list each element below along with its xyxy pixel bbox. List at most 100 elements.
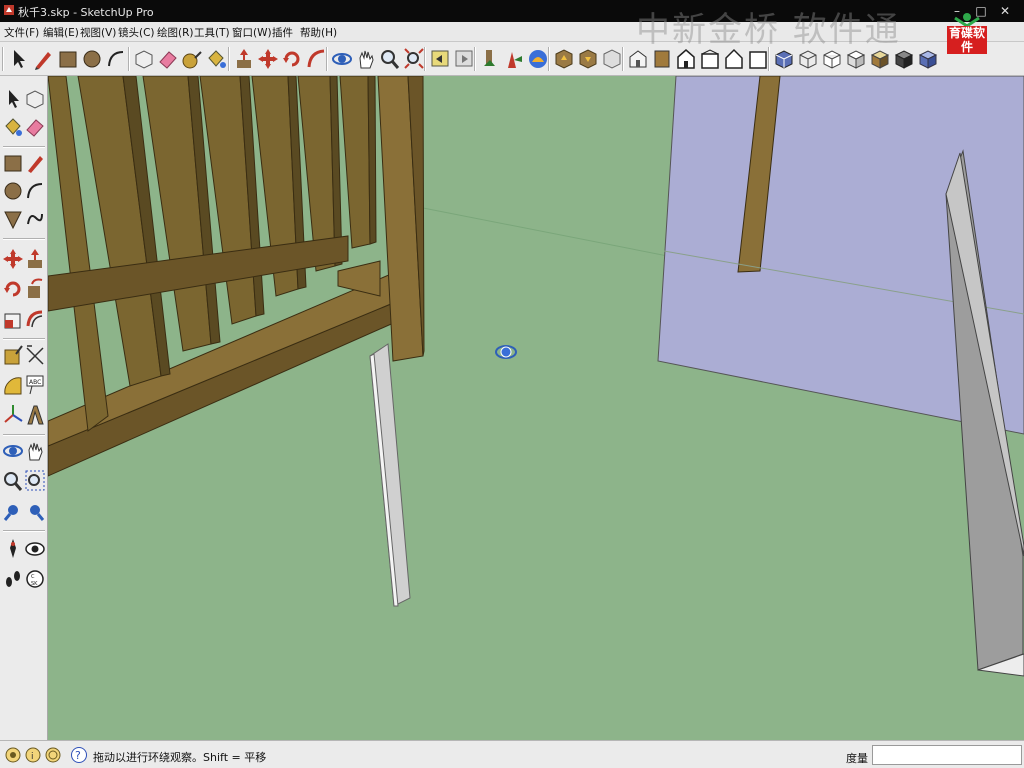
logo-text: 育碟软件 bbox=[947, 26, 987, 54]
arc-icon[interactable] bbox=[104, 46, 128, 72]
menu-camera[interactable]: 镜头(C) bbox=[118, 25, 155, 40]
tape-measure-icon[interactable] bbox=[180, 46, 204, 72]
close-button[interactable]: ✕ bbox=[996, 3, 1014, 19]
position-camera-icon[interactable] bbox=[2, 536, 24, 562]
walk-icon[interactable] bbox=[2, 566, 24, 592]
previous-icon[interactable] bbox=[24, 498, 46, 524]
follow-me-icon[interactable] bbox=[24, 276, 46, 302]
axes-icon[interactable] bbox=[2, 402, 24, 428]
freehand-icon[interactable] bbox=[24, 206, 46, 232]
circle-icon[interactable] bbox=[2, 178, 24, 204]
menu-edit[interactable]: 编辑(E) bbox=[43, 25, 79, 40]
palette-separator bbox=[3, 146, 45, 148]
brand-logo: 育碟软件 bbox=[945, 12, 989, 58]
orbit-icon[interactable] bbox=[2, 438, 24, 464]
toolbar-separator bbox=[424, 47, 426, 71]
zoom-extents-icon[interactable] bbox=[402, 46, 426, 72]
menu-plugins[interactable]: 插件 bbox=[272, 25, 293, 40]
status-hint: 拖动以进行环绕观察。Shift = 平移 bbox=[93, 751, 267, 764]
tape-measure-icon[interactable] bbox=[2, 342, 24, 368]
credits-icon[interactable]: i bbox=[24, 746, 42, 764]
select-icon[interactable] bbox=[6, 46, 30, 72]
share-component-icon[interactable] bbox=[600, 46, 624, 72]
polygon-icon[interactable] bbox=[2, 206, 24, 232]
get-models-icon[interactable] bbox=[552, 46, 576, 72]
zoom-window-icon[interactable] bbox=[24, 468, 46, 494]
white-board-small bbox=[369, 343, 411, 607]
toolbar-separator bbox=[622, 47, 624, 71]
position-camera-icon[interactable] bbox=[478, 46, 502, 72]
measurements-input[interactable] bbox=[872, 745, 1022, 765]
push-pull-icon[interactable] bbox=[232, 46, 256, 72]
paint-bucket-icon[interactable] bbox=[204, 46, 228, 72]
user-account-icon[interactable] bbox=[44, 746, 62, 764]
make-component-icon[interactable] bbox=[24, 86, 46, 112]
walk-icon[interactable] bbox=[502, 46, 526, 72]
palette-separator bbox=[3, 530, 45, 532]
help-icon[interactable]: ? bbox=[70, 746, 88, 764]
circle-icon[interactable] bbox=[80, 46, 104, 72]
orbit-icon[interactable] bbox=[330, 46, 354, 72]
palette-separator bbox=[3, 338, 45, 340]
toolbar-separator bbox=[128, 47, 130, 71]
text-icon[interactable]: ABC bbox=[24, 372, 46, 398]
svg-text:i: i bbox=[31, 752, 34, 762]
previous-view-icon[interactable] bbox=[428, 46, 452, 72]
push-pull-icon[interactable] bbox=[24, 246, 46, 272]
3d-text-icon[interactable] bbox=[24, 402, 46, 428]
color-by-layer-icon[interactable] bbox=[916, 46, 940, 72]
zoom-icon[interactable] bbox=[378, 46, 402, 72]
palette-separator bbox=[3, 238, 45, 240]
status-bar: i ? 拖动以进行环绕观察。Shift = 平移 度量 bbox=[0, 740, 1024, 768]
menu-view[interactable]: 视图(V) bbox=[80, 25, 116, 40]
offset-icon[interactable] bbox=[24, 306, 46, 332]
menu-tools[interactable]: 工具(T) bbox=[194, 25, 230, 40]
svg-text:C: C bbox=[31, 574, 35, 580]
toolbar-grip bbox=[2, 47, 4, 71]
look-around-icon[interactable] bbox=[526, 46, 550, 72]
toolbar-separator bbox=[326, 47, 328, 71]
section-plane-icon[interactable]: C SK bbox=[24, 566, 46, 592]
pan-icon[interactable] bbox=[24, 438, 46, 464]
menu-draw[interactable]: 绘图(R) bbox=[157, 25, 194, 40]
fence-slat bbox=[339, 76, 371, 249]
toolbar-separator bbox=[474, 47, 476, 71]
rectangle-icon[interactable] bbox=[56, 46, 80, 72]
dimension-icon[interactable] bbox=[24, 342, 46, 368]
eraser-icon[interactable] bbox=[156, 46, 180, 72]
rotate-icon[interactable] bbox=[2, 276, 24, 302]
pencil-icon[interactable] bbox=[31, 46, 55, 72]
arc-icon[interactable] bbox=[24, 178, 46, 204]
select-icon[interactable] bbox=[2, 86, 24, 112]
move-icon[interactable] bbox=[2, 246, 24, 272]
menu-window[interactable]: 窗口(W) bbox=[232, 25, 272, 40]
zoom-extents-icon[interactable] bbox=[2, 498, 24, 524]
next-view-icon[interactable] bbox=[452, 46, 476, 72]
fence-model bbox=[48, 76, 425, 477]
menu-file[interactable]: 文件(F) bbox=[4, 25, 39, 40]
zoom-icon[interactable] bbox=[2, 468, 24, 494]
scale-icon[interactable] bbox=[2, 306, 24, 332]
paint-bucket-icon[interactable] bbox=[2, 114, 24, 140]
window-title: 秋千3.skp - SketchUp Pro bbox=[18, 6, 154, 19]
geo-location-icon[interactable] bbox=[4, 746, 22, 764]
follow-me-icon[interactable] bbox=[304, 46, 328, 72]
rectangle-icon[interactable] bbox=[2, 150, 24, 176]
eraser-icon[interactable] bbox=[24, 114, 46, 140]
rotate-icon[interactable] bbox=[280, 46, 304, 72]
look-around-icon[interactable] bbox=[24, 536, 46, 562]
toolbar-separator bbox=[548, 47, 550, 71]
menu-help[interactable]: 帮助(H) bbox=[300, 25, 337, 40]
move-icon[interactable] bbox=[256, 46, 280, 72]
sketchup-window: 秋千3.skp - SketchUp Pro – □ ✕ 文件(F) 编辑(E)… bbox=[0, 0, 1024, 768]
3d-viewport[interactable] bbox=[48, 76, 1024, 740]
share-model-icon[interactable] bbox=[576, 46, 600, 72]
fence-post-block bbox=[337, 260, 381, 297]
orbit-cursor-icon bbox=[495, 345, 517, 359]
line-icon[interactable] bbox=[24, 150, 46, 176]
watermark-text: 中新金桥 软件通 bbox=[636, 10, 901, 50]
protractor-icon[interactable] bbox=[2, 372, 24, 398]
left-tool-palette: ABC C SK bbox=[0, 76, 48, 740]
make-component-icon[interactable] bbox=[132, 46, 156, 72]
pan-icon[interactable] bbox=[354, 46, 378, 72]
